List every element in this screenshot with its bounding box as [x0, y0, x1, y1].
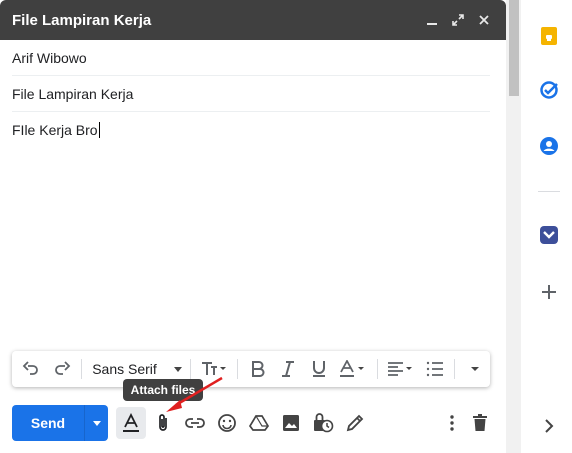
chevron-down-icon	[174, 366, 183, 372]
close-icon[interactable]	[472, 8, 496, 32]
recipient: Arif Wibowo	[12, 49, 87, 66]
redo-icon[interactable]	[47, 353, 78, 385]
more-options-icon[interactable]	[437, 407, 467, 439]
scrollbar-thumb[interactable]	[509, 0, 519, 96]
keep-icon[interactable]	[539, 26, 559, 46]
undo-icon[interactable]	[16, 353, 47, 385]
compose-titlebar[interactable]: File Lampiran Kerja	[0, 0, 506, 40]
expand-icon[interactable]	[446, 8, 470, 32]
formatting-options-icon[interactable]	[116, 407, 146, 439]
formatting-toolbar: Sans Serif	[12, 351, 490, 387]
gmail-screen: File Lampiran Kerja Arif Wibowo File Lam…	[0, 0, 572, 453]
compose-window: File Lampiran Kerja Arif Wibowo File Lam…	[0, 0, 506, 453]
text-cursor	[98, 122, 100, 138]
send-button[interactable]: Send	[12, 405, 84, 441]
photo-icon[interactable]	[276, 407, 306, 439]
underline-icon[interactable]	[304, 353, 335, 385]
toolbar-divider	[376, 359, 378, 379]
schedule-send-button[interactable]	[84, 405, 108, 441]
numbered-list-icon[interactable]	[420, 353, 451, 385]
side-panel-divider	[538, 191, 560, 192]
tasks-icon[interactable]	[539, 80, 559, 100]
chevron-down-icon	[92, 420, 101, 426]
to-field[interactable]: Arif Wibowo	[12, 40, 490, 76]
toolbar-divider	[237, 359, 239, 379]
drive-icon[interactable]	[244, 407, 274, 439]
compose-title: File Lampiran Kerja	[12, 11, 152, 29]
addon-icon[interactable]	[539, 225, 559, 245]
subject-text: File Lampiran Kerja	[12, 85, 134, 102]
italic-icon[interactable]	[273, 353, 304, 385]
confidential-icon[interactable]	[308, 407, 338, 439]
text-color-icon[interactable]	[334, 353, 372, 385]
subject-field[interactable]: File Lampiran Kerja	[12, 76, 490, 112]
message-text: FIle Kerja Bro	[12, 122, 98, 138]
contacts-icon[interactable]	[539, 136, 559, 156]
toolbar-divider	[454, 359, 456, 379]
align-icon[interactable]	[382, 353, 420, 385]
send-button-group: Send	[12, 405, 108, 441]
bold-icon[interactable]	[242, 353, 273, 385]
chevron-right-icon[interactable]	[539, 416, 559, 436]
toolbar-divider	[81, 359, 83, 379]
minimize-icon[interactable]	[420, 8, 444, 32]
signature-icon[interactable]	[340, 407, 370, 439]
add-icon[interactable]	[539, 282, 559, 302]
annotation-arrow	[166, 376, 223, 412]
trash-icon[interactable]	[465, 407, 495, 439]
more-formatting-icon[interactable]	[459, 353, 490, 385]
message-body[interactable]: FIle Kerja Bro	[12, 122, 100, 138]
